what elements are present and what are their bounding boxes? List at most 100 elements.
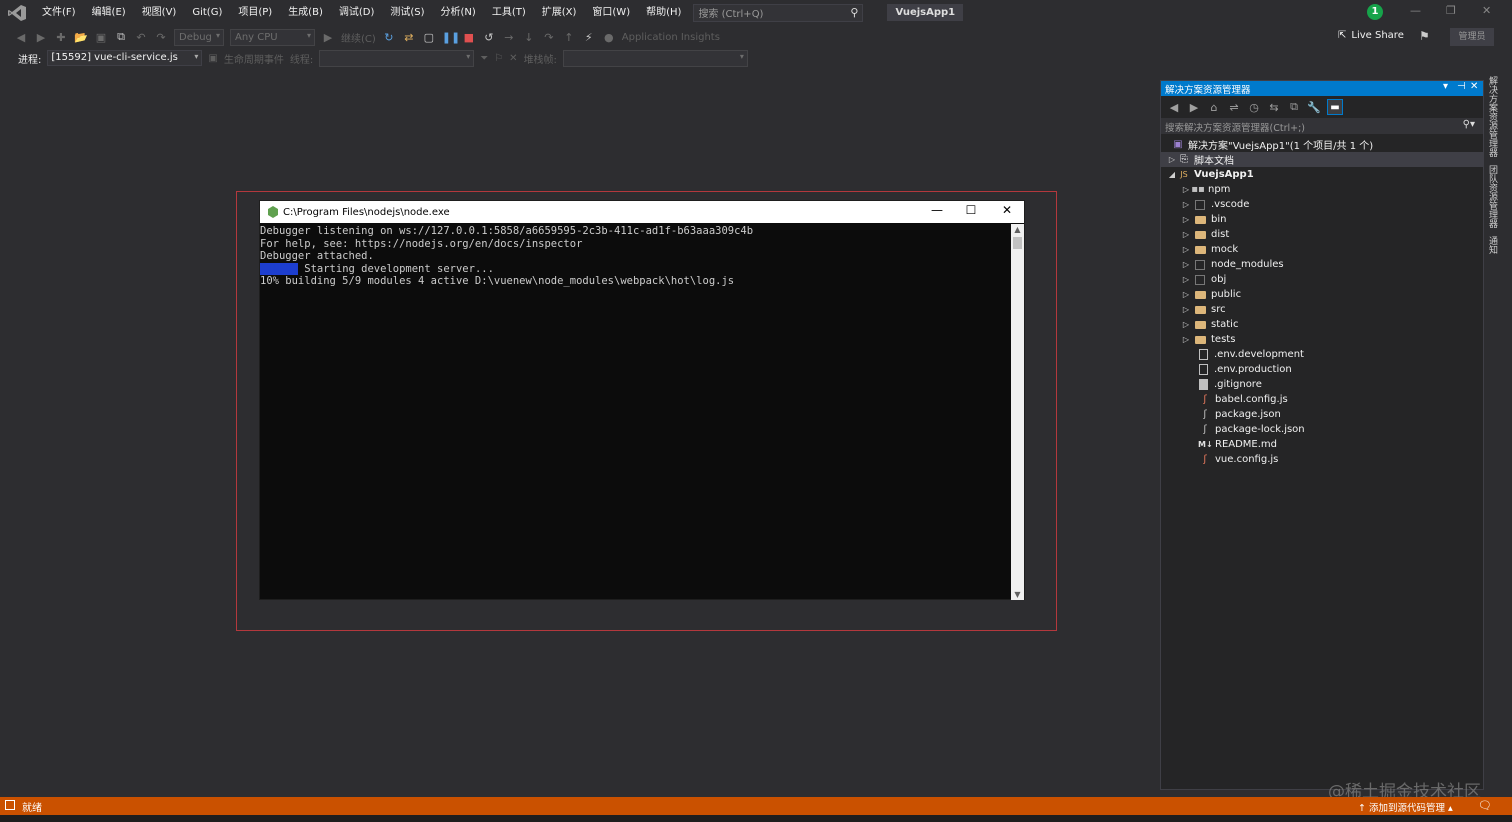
notification-badge[interactable]: 1: [1367, 4, 1383, 20]
tree-folder-src[interactable]: ▷ src: [1161, 302, 1483, 317]
menu-debug[interactable]: 调试(D): [331, 0, 383, 25]
stop-icon[interactable]: ■: [462, 31, 476, 44]
tree-file[interactable]: M↓ README.md: [1161, 437, 1483, 452]
solution-explorer-titlebar[interactable]: 解决方案资源管理器 ▾ ⊣ ✕: [1161, 81, 1483, 96]
home-icon[interactable]: ⌂: [1207, 101, 1221, 114]
tree-file[interactable]: .env.development: [1161, 347, 1483, 362]
thread-select[interactable]: [319, 49, 475, 67]
tree-folder-bin[interactable]: ▷ bin: [1161, 212, 1483, 227]
collapse-icon[interactable]: ◢: [1167, 170, 1177, 179]
save-all-icon[interactable]: ⧉: [114, 30, 128, 44]
sync-icon[interactable]: ⇆: [1267, 101, 1281, 114]
tree-file[interactable]: .env.production: [1161, 362, 1483, 377]
flag-icon[interactable]: ⚐: [494, 53, 503, 64]
tree-folder-tests[interactable]: ▷ tests: [1161, 332, 1483, 347]
expand-icon[interactable]: ▷: [1181, 200, 1191, 209]
visual-studio-logo-icon[interactable]: [0, 0, 34, 25]
history-icon[interactable]: ◷: [1247, 101, 1261, 114]
tree-solution[interactable]: ▣ 解决方案"VuejsApp1"(1 个项目/共 1 个): [1161, 137, 1483, 152]
restart-icon[interactable]: ↺: [482, 31, 496, 44]
tree-folder-public[interactable]: ▷ public: [1161, 287, 1483, 302]
se-back-icon[interactable]: ◀: [1167, 101, 1181, 114]
menu-help[interactable]: 帮助(H): [638, 0, 689, 25]
step-over-icon[interactable]: ↷: [542, 31, 556, 44]
expand-icon[interactable]: ▷: [1181, 215, 1191, 224]
menu-view[interactable]: 视图(V): [134, 0, 185, 25]
feedback-icon[interactable]: ⚑: [1419, 29, 1430, 43]
console-maximize-icon[interactable]: ☐: [961, 203, 981, 217]
stack-frame-select[interactable]: [562, 49, 748, 67]
configuration-select[interactable]: Debug: [174, 28, 224, 46]
expand-icon[interactable]: ▷: [1181, 230, 1191, 239]
step-into-icon[interactable]: ↓: [522, 31, 536, 44]
side-tab-solution-explorer[interactable]: 解决方案资源管理器: [1486, 76, 1499, 157]
menu-build[interactable]: 生成(B): [280, 0, 331, 25]
tree-folder-static[interactable]: ▷ static: [1161, 317, 1483, 332]
save-icon[interactable]: ▣: [94, 31, 108, 44]
tree-file[interactable]: .gitignore: [1161, 377, 1483, 392]
console-titlebar[interactable]: C:\Program Files\nodejs\node.exe — ☐ ✕: [260, 201, 1024, 223]
notifications-icon[interactable]: 🗨: [1478, 799, 1492, 812]
menu-git[interactable]: Git(G): [184, 0, 230, 25]
side-tab-notifications[interactable]: 通知: [1486, 236, 1499, 254]
tree-file[interactable]: ʃ babel.config.js: [1161, 392, 1483, 407]
restore-icon[interactable]: ❐: [1446, 4, 1456, 17]
tree-project[interactable]: ◢ JS VuejsApp1: [1161, 167, 1483, 182]
menu-edit[interactable]: 编辑(E): [84, 0, 134, 25]
menu-extensions[interactable]: 扩展(X): [534, 0, 585, 25]
expand-icon[interactable]: ▷: [1181, 290, 1191, 299]
expand-icon[interactable]: ▷: [1181, 335, 1191, 344]
collapse-all-icon[interactable]: ⧉: [1287, 100, 1301, 114]
tree-file[interactable]: ʃ package-lock.json: [1161, 422, 1483, 437]
tree-folder-dist[interactable]: ▷ dist: [1161, 227, 1483, 242]
app-insights-button[interactable]: Application Insights: [622, 32, 720, 43]
redo-icon[interactable]: ↷: [154, 31, 168, 44]
panel-close-icon[interactable]: ✕: [1470, 81, 1478, 92]
back-icon[interactable]: ◀: [14, 31, 28, 44]
step-out-icon[interactable]: ↑: [562, 31, 576, 44]
panel-pin-icon[interactable]: ⊣: [1457, 81, 1466, 92]
preview-icon[interactable]: ▬: [1327, 99, 1343, 115]
tree-file[interactable]: ʃ package.json: [1161, 407, 1483, 422]
tree-folder-node-modules[interactable]: ▷ node_modules: [1161, 257, 1483, 272]
platform-select[interactable]: Any CPU: [230, 28, 315, 46]
open-folder-icon[interactable]: 📂: [74, 31, 88, 44]
process-select[interactable]: [15592] vue-cli-service.js: [47, 50, 203, 66]
continue-button[interactable]: 继续(C): [341, 30, 376, 45]
browser-link-icon[interactable]: ⇄: [402, 31, 416, 44]
minimize-icon[interactable]: —: [1410, 4, 1421, 17]
tree-script-docs[interactable]: ▷ ⎘ 脚本文档: [1161, 152, 1483, 167]
expand-icon[interactable]: ▷: [1167, 155, 1177, 164]
menu-file[interactable]: 文件(F): [34, 0, 84, 25]
se-forward-icon[interactable]: ▶: [1187, 101, 1201, 114]
tree-folder-vscode[interactable]: ▷ .vscode: [1161, 197, 1483, 212]
forward-icon[interactable]: ▶: [34, 31, 48, 44]
undo-icon[interactable]: ↶: [134, 31, 148, 44]
scroll-down-icon[interactable]: ▼: [1011, 590, 1024, 599]
screenshot-icon[interactable]: ▢: [422, 31, 436, 44]
hot-reload-icon[interactable]: ⚡: [582, 31, 596, 44]
console-scrollbar[interactable]: ▲ ▼: [1011, 224, 1024, 600]
pause-icon[interactable]: ❚❚: [442, 31, 460, 44]
console-minimize-icon[interactable]: —: [927, 203, 947, 217]
show-next-statement-icon[interactable]: →: [502, 31, 516, 44]
add-to-source-control-button[interactable]: ↑ 添加到源代码管理 ▴: [1358, 800, 1453, 814]
filter-icon[interactable]: ⏷: [480, 53, 488, 64]
expand-icon[interactable]: ▷: [1181, 320, 1191, 329]
search-input[interactable]: 搜索 (Ctrl+Q) ⚲: [693, 3, 864, 22]
expand-icon[interactable]: ▷: [1181, 245, 1191, 254]
menu-project[interactable]: 项目(P): [230, 0, 280, 25]
expand-icon[interactable]: ▷: [1181, 275, 1191, 284]
lifecycle-events-button[interactable]: 生命周期事件: [224, 51, 284, 66]
tree-folder-obj[interactable]: ▷ obj: [1161, 272, 1483, 287]
refresh-icon[interactable]: ↻: [382, 31, 396, 44]
panel-dropdown-icon[interactable]: ▾: [1443, 81, 1448, 92]
tree-folder-mock[interactable]: ▷ mock: [1161, 242, 1483, 257]
side-tab-team-explorer[interactable]: 团队资源管理器: [1486, 165, 1499, 228]
menu-analyze[interactable]: 分析(N): [433, 0, 484, 25]
live-share-button[interactable]: ⇱ Live Share: [1338, 30, 1404, 41]
expand-icon[interactable]: ▷: [1181, 185, 1191, 194]
expand-icon[interactable]: ▷: [1181, 260, 1191, 269]
properties-icon[interactable]: 🔧: [1307, 101, 1321, 114]
tree-file[interactable]: ʃ vue.config.js: [1161, 452, 1483, 467]
